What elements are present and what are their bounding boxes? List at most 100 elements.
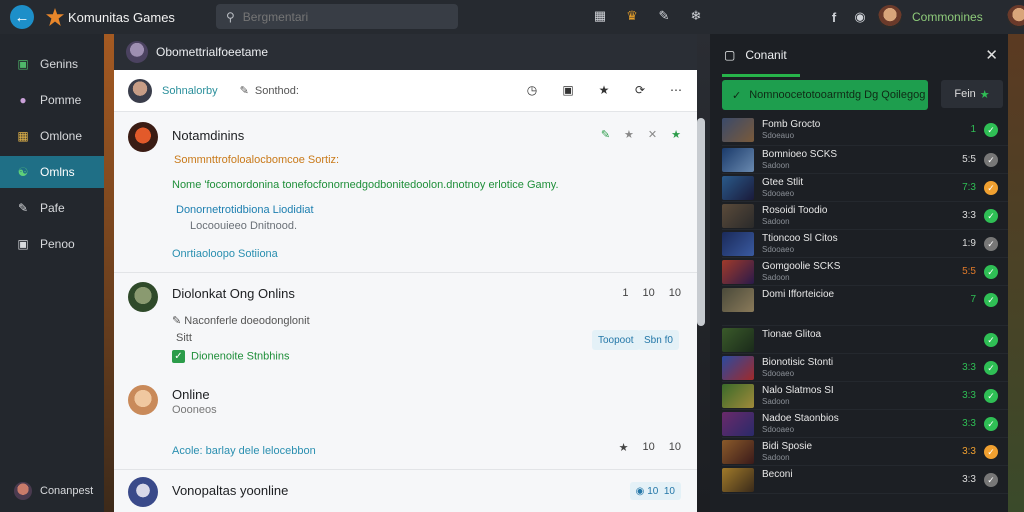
- game-thumbnail: [722, 328, 754, 352]
- list-item-name: Bomnioeo SCKS: [762, 149, 838, 160]
- list-item-name: Gtee Stlit: [762, 177, 804, 188]
- list-item[interactable]: Fomb Grocto Sdoeauo 1 ✓: [722, 116, 1008, 146]
- list-item[interactable]: Domi Ifforteicioe 7 ✓: [722, 286, 1008, 326]
- status-badge-icon[interactable]: ✓: [984, 333, 998, 347]
- avatar[interactable]: [126, 41, 148, 63]
- game-thumbnail: [722, 468, 754, 492]
- post-line[interactable]: Onrtiaoloopo Sotiiona: [172, 248, 278, 260]
- game-thumbnail: [722, 232, 754, 256]
- star-icon[interactable]: ★: [624, 128, 634, 141]
- list-item[interactable]: Nalo Slatmos SI Sadoon 3:3 ✓: [722, 382, 1008, 410]
- pin-icon[interactable]: ✎: [601, 128, 610, 141]
- filter-button[interactable]: Fein ★: [941, 80, 1003, 108]
- sort-control[interactable]: ✎ Sonthod:: [239, 84, 299, 98]
- list-item-subtitle: Sdooaeo: [762, 245, 795, 254]
- status-badge-icon[interactable]: ✓: [984, 237, 998, 251]
- post-meta: ◉ 10 10: [629, 482, 681, 500]
- list-item[interactable]: Bidi Sposie Sadoon 3:3 ✓: [722, 438, 1008, 466]
- refresh-icon[interactable]: ⟳: [633, 83, 647, 97]
- list-item[interactable]: Nadoe Staonbios Sdooaeo 3:3 ✓: [722, 410, 1008, 438]
- tag[interactable]: Sbn f0: [638, 330, 679, 350]
- status-badge-icon[interactable]: ✓: [984, 181, 998, 195]
- list-item[interactable]: Notamdinins ✎ ★ ✕ ★ Sommnttrofoloalocbom…: [114, 112, 697, 272]
- post-title[interactable]: Diolonkat Ong Onlins: [172, 286, 295, 301]
- list-item[interactable]: Ttioncoo Sl Citos Sdooaeo 1:9 ✓: [722, 230, 1008, 258]
- star-icon[interactable]: ★: [619, 441, 629, 454]
- post-title[interactable]: Online: [172, 387, 210, 402]
- list-item[interactable]: Rosoidi Toodio Sadoon 3:3 ✓: [722, 202, 1008, 230]
- list-item[interactable]: Diolonkat Ong Onlins 1 10 10 ✎ Naconferl…: [114, 272, 697, 377]
- status-dropdown[interactable]: Sohnalorby: [162, 85, 218, 97]
- meta-count: 10: [668, 287, 681, 299]
- game-thumbnail: [722, 384, 754, 408]
- profile-avatar[interactable]: [1006, 5, 1024, 29]
- list-item[interactable]: Beconi 3:3 ✓: [722, 466, 1008, 494]
- avatar[interactable]: [128, 122, 158, 152]
- app-title: Komunitas Games: [68, 9, 175, 25]
- search-input[interactable]: [242, 9, 443, 24]
- sidebar-item-games[interactable]: ▣ Genins: [0, 48, 104, 80]
- search-icon: ⚲: [226, 9, 235, 24]
- calendar-icon[interactable]: ▣: [561, 83, 575, 97]
- status-badge-icon[interactable]: ✓: [984, 209, 998, 223]
- search-box[interactable]: ⚲: [216, 4, 458, 29]
- list-item[interactable]: Vonopaltas yoonline ◉ 10 10: [114, 469, 697, 512]
- status-badge-icon[interactable]: ✓: [984, 293, 998, 307]
- close-icon[interactable]: ✕: [648, 128, 657, 141]
- list-item-subtitle: Sdooaeo: [762, 425, 795, 434]
- status-badge-icon[interactable]: ✓: [984, 389, 998, 403]
- sidebar-item-post[interactable]: ✎ Pafe: [0, 192, 104, 224]
- avatar[interactable]: [878, 5, 902, 29]
- check-icon[interactable]: ✓: [172, 350, 185, 363]
- tag[interactable]: ◉ 10 10: [629, 482, 681, 500]
- status-badge-icon[interactable]: ✓: [984, 153, 998, 167]
- list-item[interactable]: Gtee Stlit Sdooaeo 7:3 ✓: [722, 174, 1008, 202]
- avatar[interactable]: [128, 477, 158, 507]
- status-badge-icon[interactable]: ✓: [984, 361, 998, 375]
- camera-icon[interactable]: ◉: [852, 9, 868, 25]
- scrollbar[interactable]: [697, 118, 705, 326]
- grid-icon[interactable]: ▦: [592, 8, 608, 24]
- avatar[interactable]: [128, 282, 158, 312]
- chat-icon: ▦: [17, 129, 29, 143]
- avatar[interactable]: [128, 385, 158, 415]
- list-item[interactable]: Tionae Glitoa ✓: [722, 326, 1008, 354]
- sidebar-item-profile[interactable]: ● Pomme: [0, 84, 104, 116]
- settings-icon[interactable]: ❄: [688, 8, 704, 24]
- status-badge-icon[interactable]: ✓: [984, 417, 998, 431]
- close-icon[interactable]: ✕: [985, 46, 998, 64]
- user-name[interactable]: Commonines: [912, 10, 983, 24]
- status-badge-icon[interactable]: ✓: [984, 265, 998, 279]
- star-icon[interactable]: ★: [671, 128, 681, 141]
- list-item[interactable]: Bionotisic Stonti Sdooaeo 3:3 ✓: [722, 354, 1008, 382]
- sidebar-item-online[interactable]: ☯ Omlns: [0, 156, 104, 188]
- post-title[interactable]: Notamdinins: [172, 128, 244, 143]
- app-logo[interactable]: Komunitas Games: [46, 8, 175, 26]
- sidebar-item-photos[interactable]: ▣ Penoo: [0, 228, 104, 260]
- clock-icon[interactable]: ◷: [525, 83, 539, 97]
- join-button[interactable]: ✓ Nomnoocetotooarmtdg Dg Qoilegog: [722, 80, 928, 110]
- game-thumbnail: [722, 204, 754, 228]
- sidebar-account[interactable]: Conanpest: [0, 476, 104, 506]
- list-item[interactable]: Gomgoolie SCKS Sadoon 5:5 ✓: [722, 258, 1008, 286]
- trophy-icon[interactable]: ♛: [624, 8, 640, 24]
- star-icon[interactable]: ★: [597, 83, 611, 97]
- status-badge-icon[interactable]: ✓: [984, 473, 998, 487]
- pin-icon: ✎: [239, 85, 249, 97]
- list-item[interactable]: Online Oooneos Acole: barlay dele leloce…: [114, 377, 697, 469]
- post-title[interactable]: Vonopaltas yoonline: [172, 483, 288, 498]
- filter-label: Fein: [954, 88, 976, 100]
- tag[interactable]: Toopoot: [592, 330, 640, 350]
- post-line[interactable]: Donornetrotidbiona Liodidiat: [176, 204, 314, 216]
- avatar[interactable]: [128, 78, 152, 103]
- status-badge-icon[interactable]: ✓: [984, 123, 998, 137]
- sidebar-item-chat[interactable]: ▦ Omlone: [0, 120, 104, 152]
- list-item[interactable]: Bomnioeo SCKS Sadoon 5:5 ✓: [722, 146, 1008, 174]
- edit-icon[interactable]: ✎: [656, 8, 672, 24]
- status-badge-icon[interactable]: ✓: [984, 445, 998, 459]
- more-icon[interactable]: ⋯: [669, 83, 683, 97]
- sort-label: Sonthod:: [254, 84, 299, 97]
- post-line: Sitt: [176, 332, 192, 344]
- facebook-icon[interactable]: f: [826, 9, 842, 25]
- back-button[interactable]: ←: [10, 5, 34, 29]
